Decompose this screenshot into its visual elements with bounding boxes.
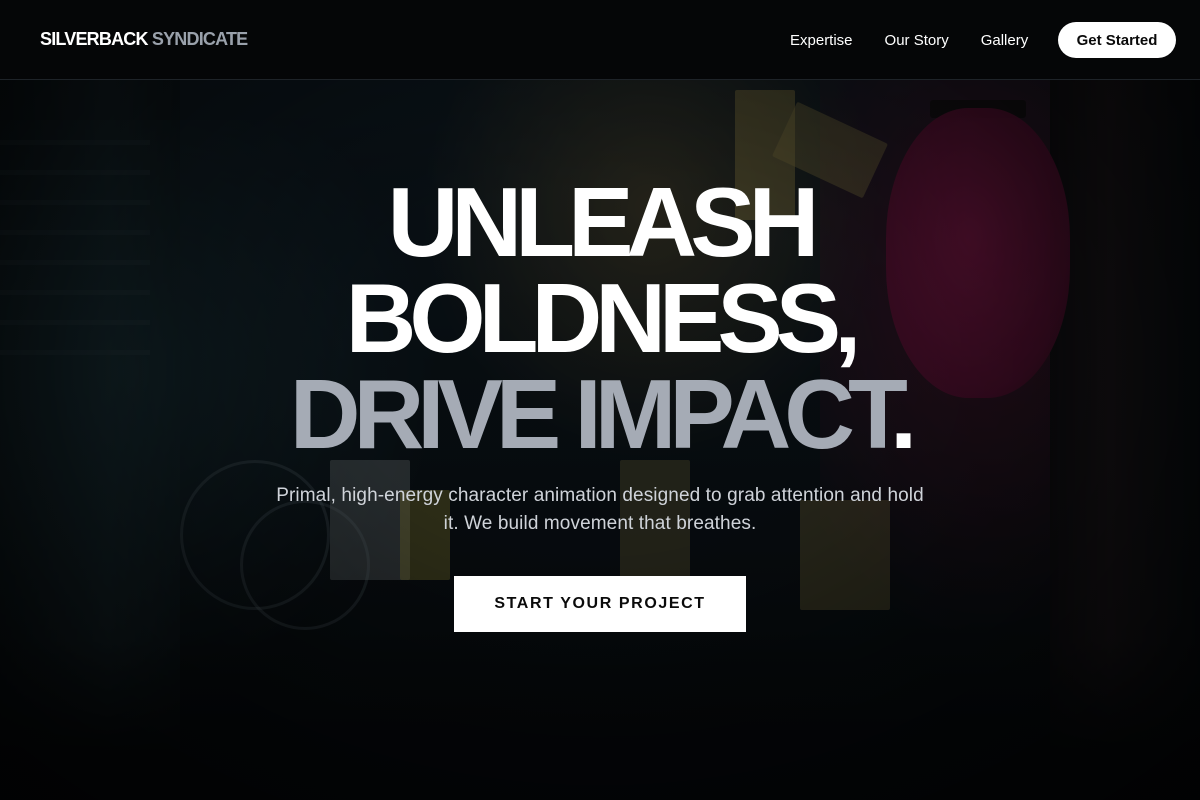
brand-name-part2: SYNDICATE — [151, 29, 248, 49]
get-started-button[interactable]: Get Started — [1058, 22, 1176, 58]
headline-line-3: DRIVE IMPACT. — [0, 365, 1200, 463]
hero-subtitle: Primal, high-energy character animation … — [276, 485, 924, 534]
hero-headline: UNLEASH BOLDNESS, DRIVE IMPACT. — [0, 167, 1200, 463]
nav-link-our-story[interactable]: Our Story — [885, 32, 949, 49]
headline-line-1: UNLEASH — [387, 167, 820, 277]
headline-period: . — [890, 359, 917, 469]
brand-logo[interactable]: SILVERBACK SYNDICATE — [40, 29, 248, 50]
nav-link-gallery[interactable]: Gallery — [981, 32, 1029, 49]
headline-line-3-text: DRIVE IMPACT — [289, 359, 897, 469]
main-nav: Expertise Our Story Gallery — [774, 0, 1044, 80]
brand-name-part1: SILVERBACK — [40, 29, 148, 49]
nav-link-expertise[interactable]: Expertise — [790, 32, 853, 49]
site-header: SILVERBACK SYNDICATE Expertise Our Story… — [0, 0, 1200, 80]
headline-line-2: BOLDNESS, — [345, 263, 862, 373]
hero-section: UNLEASH BOLDNESS, DRIVE IMPACT. Primal, … — [0, 80, 1200, 800]
start-project-button[interactable]: START YOUR PROJECT — [454, 576, 746, 632]
